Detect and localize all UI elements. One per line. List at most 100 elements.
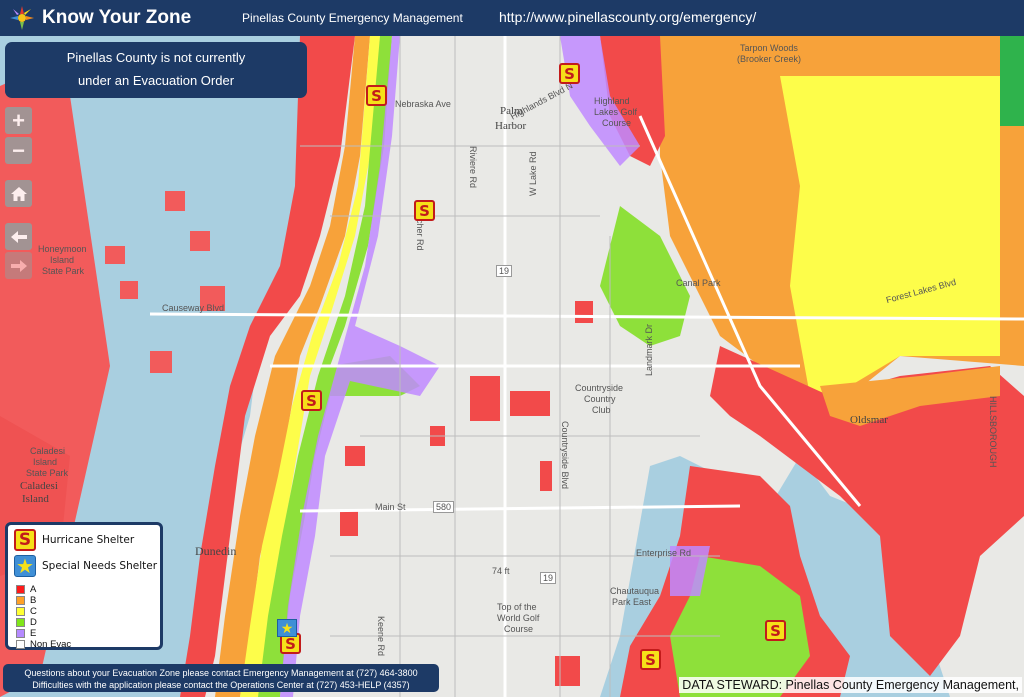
- home-icon: [10, 186, 27, 201]
- zone-a-block: [540, 461, 552, 491]
- zone-label: Non Evac: [30, 638, 72, 650]
- map-label-caladesi: State Park: [26, 468, 69, 478]
- zone-a-block: [510, 391, 550, 416]
- route-19-shield: 19: [496, 265, 513, 277]
- map-label-enterprise: Enterprise Rd: [636, 548, 692, 558]
- zone-label: D: [30, 616, 37, 628]
- map-label-chautauqua: Chautauqua: [610, 586, 660, 596]
- contact-line-2: Difficulties with the application please…: [32, 680, 410, 690]
- special-needs-star-icon: ★: [14, 555, 36, 578]
- status-line-1: Pinellas County is not currently: [66, 50, 246, 65]
- app-header: Know Your Zone Pinellas County Emergency…: [0, 0, 1024, 36]
- zone-a-block: [165, 191, 185, 211]
- map-label-caladesi-island: Island: [22, 493, 49, 505]
- map-label-countryside-blvd: Countryside Blvd: [560, 421, 570, 490]
- map-label-honeymoon: Honeymoon: [38, 244, 87, 254]
- legend-hurricane-shelter: S Hurricane Shelter: [14, 529, 134, 551]
- contact-info-bar: Questions about your Evacuation Zone ple…: [3, 664, 439, 692]
- zone-swatch: [16, 617, 25, 627]
- map-label-hillsborough: HILLSBOROUGH: [988, 396, 998, 468]
- zone-c-east: [780, 76, 1000, 396]
- route-580-shield: 580: [433, 501, 455, 513]
- map-label-main-st: Main St: [375, 502, 406, 512]
- zone-swatch: [16, 606, 25, 616]
- zone-a-block: [340, 511, 358, 536]
- zone-a-block: [190, 231, 210, 251]
- contact-line-1: Questions about your Evacuation Zone ple…: [24, 668, 418, 678]
- legend-zone-d: D: [16, 616, 37, 628]
- hurricane-shelter-marker[interactable]: S: [301, 390, 322, 411]
- zone-a-block: [105, 246, 125, 264]
- map-label-nebraska: Nebraska Ave: [395, 99, 451, 109]
- app-title: Know Your Zone: [42, 7, 192, 28]
- hurricane-shelter-marker[interactable]: S: [366, 85, 387, 106]
- zone-a-block: [120, 281, 138, 299]
- previous-extent-button[interactable]: [5, 223, 32, 250]
- map-label-w-lake: W Lake Rd: [528, 151, 538, 196]
- legend-zone-e: E: [16, 627, 37, 639]
- legend-zone-b: B: [16, 594, 37, 606]
- next-extent-button[interactable]: [5, 252, 32, 279]
- map-label-causeway: Causeway Blvd: [162, 303, 225, 313]
- data-steward-credit: DATA STEWARD: Pinellas County Emergency …: [679, 677, 1022, 693]
- zone-green-corner: [1000, 36, 1024, 126]
- special-needs-shelter-marker[interactable]: ★: [277, 619, 297, 637]
- legend-hurricane-shelter-label: Hurricane Shelter: [42, 534, 135, 546]
- zone-swatch: [16, 639, 25, 649]
- map-label-honeymoon: Island: [50, 255, 75, 265]
- map-label-highland: Highland: [594, 96, 630, 106]
- agency-url-link[interactable]: http://www.pinellascounty.org/emergency/: [499, 9, 756, 25]
- status-line-2: under an Evacuation Order: [77, 73, 235, 88]
- legend-special-needs: ★ Special Needs Shelter: [14, 555, 158, 578]
- map-label-countryside: Countryside: [575, 383, 624, 393]
- route-19-shield: 19: [540, 572, 557, 584]
- hurricane-shelter-marker[interactable]: S: [640, 649, 661, 670]
- map-label-tarpon: (Brooker Creek): [737, 54, 802, 64]
- map-label-highland: Course: [602, 118, 632, 128]
- map-label-caladesi: Caladesi: [30, 446, 66, 456]
- zone-a-block: [555, 656, 580, 686]
- map-label-chautauqua: Park East: [612, 597, 652, 607]
- map-label-top-world: World Golf: [497, 613, 540, 623]
- zone-a-block: [150, 351, 172, 373]
- hurricane-shelter-marker[interactable]: S: [559, 63, 580, 84]
- zone-swatch: [16, 628, 25, 638]
- zone-a-block: [345, 446, 365, 466]
- legend-zone-a: A: [16, 584, 36, 595]
- map-label-canal-park: Canal Park: [676, 278, 721, 288]
- zoom-out-button[interactable]: −: [5, 137, 32, 164]
- zone-label: B: [30, 594, 37, 606]
- zone-swatch: [16, 584, 25, 594]
- map-legend: S Hurricane Shelter ★ Special Needs Shel…: [5, 522, 163, 650]
- logo-icon: [10, 6, 34, 30]
- legend-zone-c: C: [16, 605, 37, 617]
- zone-a-block: [470, 376, 500, 421]
- legend-special-needs-label: Special Needs Shelter: [42, 560, 158, 572]
- hurricane-shelter-marker[interactable]: S: [765, 620, 786, 641]
- zone-a-block: [575, 301, 593, 323]
- map-label-countryside: Country: [584, 394, 616, 404]
- zone-label: E: [30, 627, 37, 639]
- map-label-harbor: Harbor: [495, 120, 527, 132]
- map-label-top-world: Course: [504, 624, 534, 634]
- arrow-right-icon: [10, 259, 27, 272]
- map-label-keene: Keene Rd: [376, 616, 386, 657]
- arrow-left-icon: [10, 230, 27, 243]
- evacuation-status-banner: Pinellas County is not currently under a…: [5, 42, 307, 98]
- zone-swatch: [16, 595, 25, 605]
- map-label-caladesi-island: Caladesi: [20, 480, 58, 492]
- hurricane-shelter-marker[interactable]: S: [414, 200, 435, 221]
- map-label-dunedin: Dunedin: [195, 544, 237, 558]
- zoom-in-button[interactable]: +: [5, 107, 32, 134]
- map-label-countryside: Club: [592, 405, 611, 415]
- home-button[interactable]: [5, 180, 32, 207]
- legend-zone-non-evac: Non Evac: [16, 638, 72, 650]
- map-label-honeymoon: State Park: [42, 266, 85, 276]
- map-label-riviere: Riviere Rd: [468, 146, 478, 189]
- map-label-tarpon: Tarpon Woods: [740, 43, 798, 53]
- map-label-top-world: Top of the: [497, 602, 537, 612]
- map-label-highland: Lakes Golf: [594, 107, 638, 117]
- map-label-landmark: Landmark Dr: [644, 323, 654, 376]
- hurricane-shelter-icon: S: [14, 529, 36, 551]
- zone-label: C: [30, 605, 37, 617]
